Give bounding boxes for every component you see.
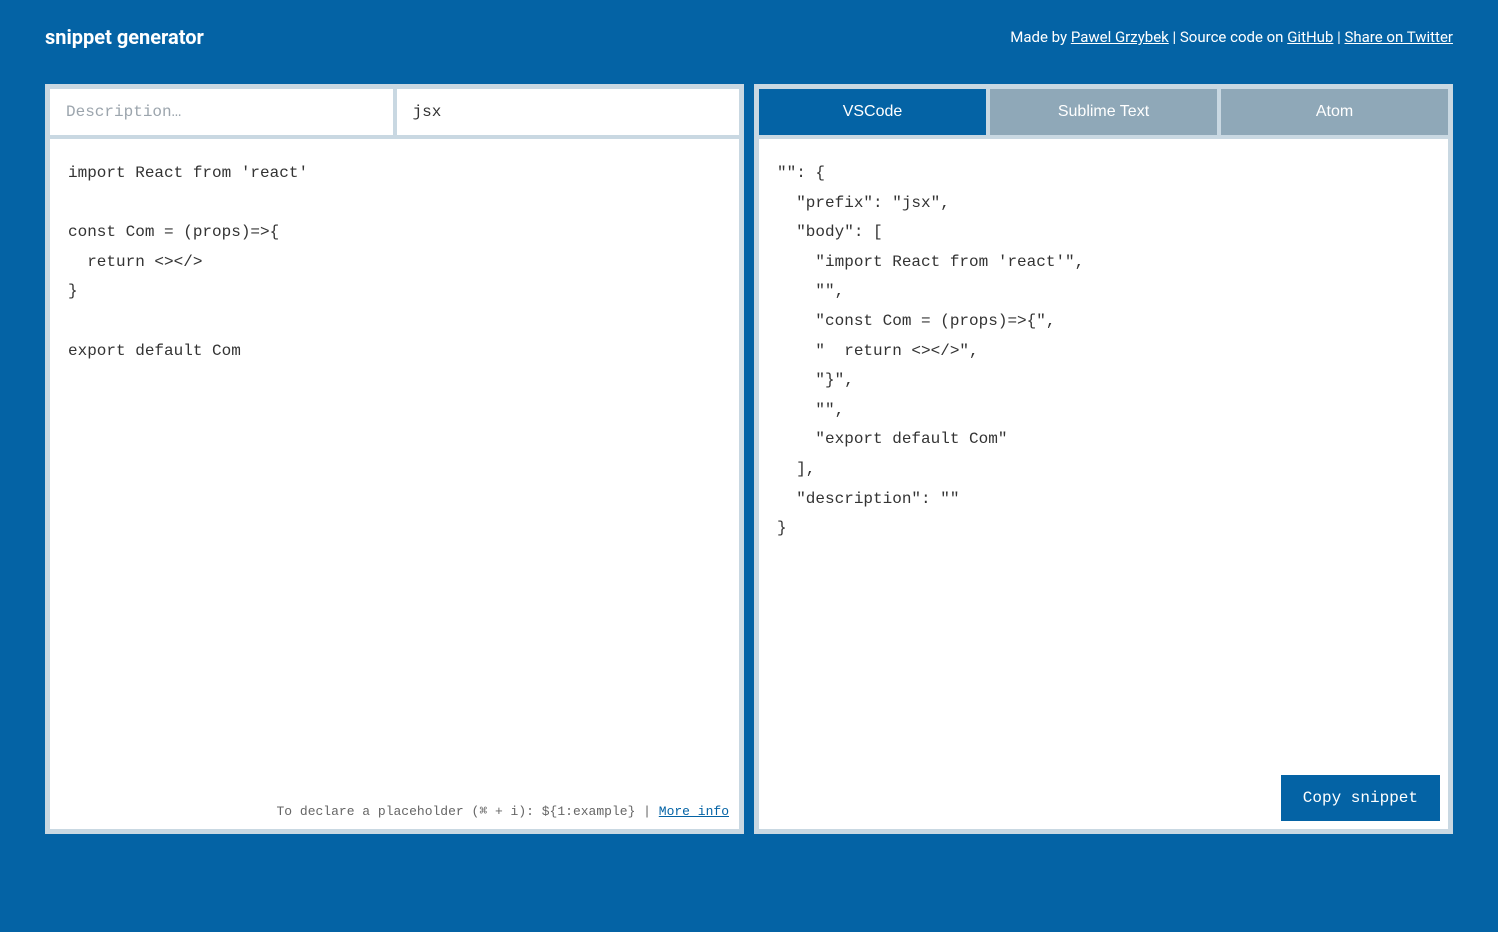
- source-label: Source code on: [1180, 28, 1287, 46]
- tab-atom[interactable]: Atom: [1221, 89, 1448, 135]
- editor-tabs: VSCode Sublime Text Atom: [759, 89, 1448, 135]
- github-link[interactable]: GitHub: [1287, 28, 1333, 46]
- description-input[interactable]: [50, 89, 393, 135]
- author-link[interactable]: Pawel Grzybek: [1071, 28, 1169, 46]
- separator: |: [1333, 28, 1344, 46]
- copy-button[interactable]: Copy snippet: [1281, 775, 1440, 821]
- output-code[interactable]: "": { "prefix": "jsx", "body": [ "import…: [759, 139, 1448, 829]
- app-title: snippet generator: [45, 25, 204, 49]
- more-info-link[interactable]: More info: [659, 804, 729, 819]
- trigger-input[interactable]: [397, 89, 740, 135]
- snippet-code-input[interactable]: [50, 139, 739, 829]
- separator: |: [1169, 28, 1180, 46]
- tab-vscode[interactable]: VSCode: [759, 89, 986, 135]
- input-panel: To declare a placeholder (⌘ + i): ${1:ex…: [45, 84, 744, 834]
- main-content: To declare a placeholder (⌘ + i): ${1:ex…: [0, 84, 1498, 879]
- output-panel: VSCode Sublime Text Atom "": { "prefix":…: [754, 84, 1453, 834]
- made-by-label: Made by: [1010, 28, 1071, 46]
- tab-sublime[interactable]: Sublime Text: [990, 89, 1217, 135]
- input-row: [50, 89, 739, 135]
- header-links: Made by Pawel Grzybek | Source code on G…: [1010, 28, 1453, 46]
- twitter-link[interactable]: Share on Twitter: [1344, 28, 1453, 46]
- hint-text: To declare a placeholder (⌘ + i): ${1:ex…: [276, 804, 658, 819]
- placeholder-hint: To declare a placeholder (⌘ + i): ${1:ex…: [276, 804, 729, 819]
- header: snippet generator Made by Pawel Grzybek …: [0, 0, 1498, 84]
